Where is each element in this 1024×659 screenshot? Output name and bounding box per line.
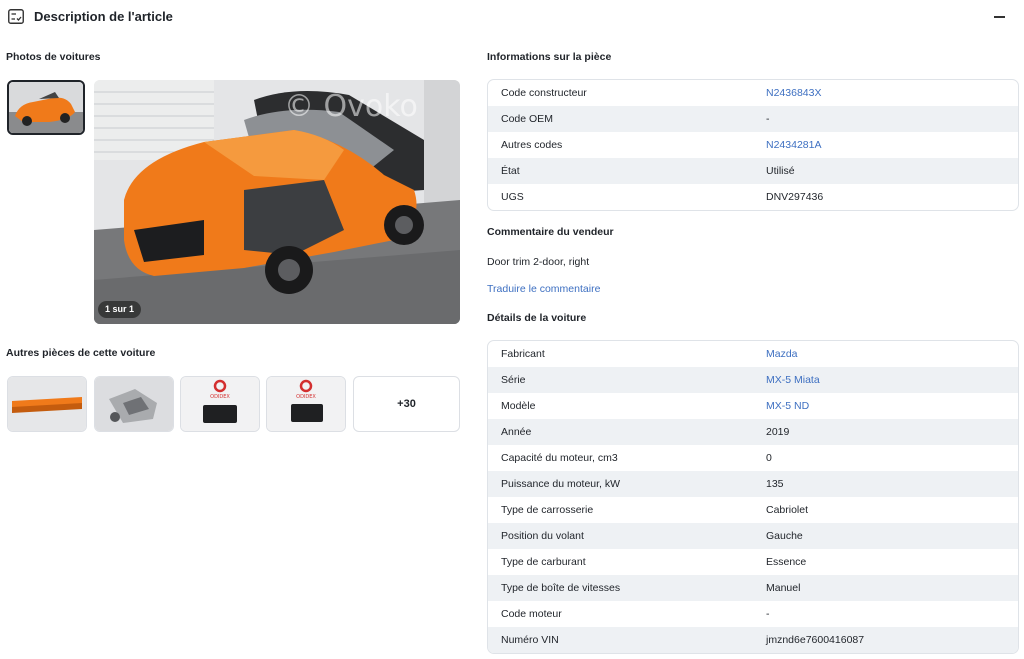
row-value: Cabriolet xyxy=(766,504,809,516)
row-value: jmznd6e7600416087 xyxy=(766,634,865,646)
table-row: Code OEM - xyxy=(488,106,1018,132)
table-row: Type de carburant Essence xyxy=(488,549,1018,575)
collapse-button[interactable] xyxy=(990,8,1010,26)
table-row: Autres codes N2434281A xyxy=(488,132,1018,158)
row-value: 135 xyxy=(766,478,784,490)
model-link[interactable]: MX-5 ND xyxy=(766,393,809,419)
table-row: Numéro VIN jmznd6e7600416087 xyxy=(488,627,1018,653)
watermark-text: © Ovoko xyxy=(284,89,418,124)
seller-comment-heading: Commentaire du vendeur xyxy=(487,226,614,238)
translate-comment-link[interactable]: Traduire le commentaire xyxy=(487,283,600,295)
row-key: Fabricant xyxy=(501,348,545,360)
row-key: Code constructeur xyxy=(501,87,587,99)
main-car-photo[interactable]: © Ovoko xyxy=(94,80,460,324)
row-key: Type de boîte de vitesses xyxy=(501,582,621,594)
more-parts-button[interactable]: +30 xyxy=(353,376,460,432)
row-key: Code OEM xyxy=(501,113,553,125)
table-row: Modèle MX-5 ND xyxy=(488,393,1018,419)
part-thumbnail[interactable] xyxy=(94,376,174,432)
part-info-table: Code constructeur N2436843X Code OEM - A… xyxy=(487,79,1019,211)
series-link[interactable]: MX-5 Miata xyxy=(766,367,820,393)
row-key: Série xyxy=(501,374,526,386)
table-row: Type de boîte de vitesses Manuel xyxy=(488,575,1018,601)
row-value: DNV297436 xyxy=(766,191,824,203)
row-value: 2019 xyxy=(766,426,790,438)
car-details-table: Fabricant Mazda Série MX-5 Miata Modèle … xyxy=(487,340,1019,654)
row-key: Position du volant xyxy=(501,530,584,542)
part-info-heading: Informations sur la pièce xyxy=(487,51,612,63)
table-row: Série MX-5 Miata xyxy=(488,367,1018,393)
row-key: État xyxy=(501,165,520,177)
table-row: Type de carrosserie Cabriolet xyxy=(488,497,1018,523)
photo-thumbnail[interactable] xyxy=(7,80,85,135)
brand-logo-text: ODIDEX xyxy=(296,394,316,400)
row-value: Gauche xyxy=(766,530,803,542)
checklist-icon xyxy=(8,9,24,24)
row-value: - xyxy=(766,113,770,125)
manufacturer-link[interactable]: Mazda xyxy=(766,341,798,367)
table-row: Position du volant Gauche xyxy=(488,523,1018,549)
row-value: - xyxy=(766,608,770,620)
row-key: Type de carburant xyxy=(501,556,586,568)
table-row: Puissance du moteur, kW 135 xyxy=(488,471,1018,497)
table-row: UGS DNV297436 xyxy=(488,184,1018,210)
row-value: 0 xyxy=(766,452,772,464)
car-details-heading: Détails de la voiture xyxy=(487,312,587,324)
row-key: UGS xyxy=(501,191,524,203)
photos-heading: Photos de voitures xyxy=(6,51,101,63)
other-parts-heading: Autres pièces de cette voiture xyxy=(6,347,156,359)
row-key: Autres codes xyxy=(501,139,563,151)
seller-comment-text: Door trim 2-door, right xyxy=(487,256,590,268)
photo-counter-badge: 1 sur 1 xyxy=(98,301,142,318)
section-header: Description de l'article xyxy=(0,0,1024,34)
table-row: Année 2019 xyxy=(488,419,1018,445)
row-key: Numéro VIN xyxy=(501,634,559,646)
table-row: Capacité du moteur, cm3 0 xyxy=(488,445,1018,471)
row-value: Utilisé xyxy=(766,165,795,177)
row-key: Capacité du moteur, cm3 xyxy=(501,452,618,464)
row-key: Code moteur xyxy=(501,608,562,620)
row-key: Année xyxy=(501,426,532,438)
table-row: Fabricant Mazda xyxy=(488,341,1018,367)
table-row: Code moteur - xyxy=(488,601,1018,627)
part-thumbnail[interactable] xyxy=(7,376,87,432)
table-row: État Utilisé xyxy=(488,158,1018,184)
part-thumbnail[interactable]: ODIDEX xyxy=(266,376,346,432)
manufacturer-code-link[interactable]: N2436843X xyxy=(766,80,821,106)
row-value: Essence xyxy=(766,556,807,568)
table-row: Code constructeur N2436843X xyxy=(488,80,1018,106)
part-thumbnail[interactable]: ODIDEX xyxy=(180,376,260,432)
other-codes-link[interactable]: N2434281A xyxy=(766,132,821,158)
row-key: Puissance du moteur, kW xyxy=(501,478,621,490)
brand-logo-text: ODIDEX xyxy=(210,394,230,400)
row-key: Type de carrosserie xyxy=(501,504,594,516)
section-title: Description de l'article xyxy=(34,9,173,24)
row-value: Manuel xyxy=(766,582,801,594)
row-key: Modèle xyxy=(501,400,536,412)
